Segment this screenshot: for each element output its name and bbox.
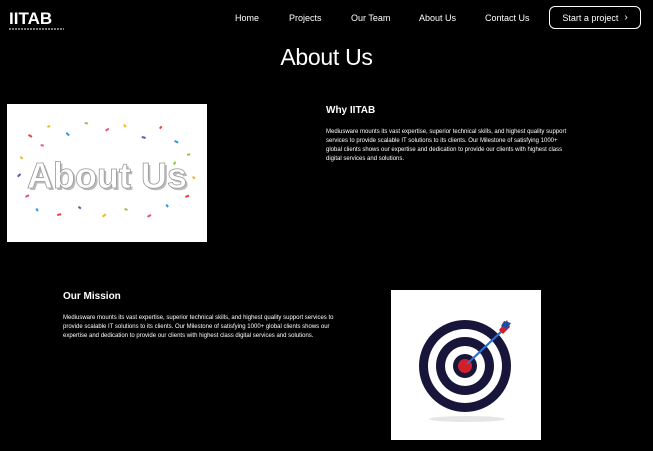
brand-logo[interactable]: IITAB [8, 6, 70, 36]
nav-our-team[interactable]: Our Team [351, 12, 390, 24]
brand-logo-text: IITAB [9, 9, 52, 28]
mission-body: Mediusware mounts its vast expertise, su… [63, 315, 334, 339]
nav-projects[interactable]: Projects [289, 12, 322, 24]
about-us-image-text: About Us [27, 155, 187, 196]
start-project-label: Start a project [562, 12, 619, 23]
mission-heading: Our Mission [63, 291, 121, 302]
page-title: About Us [280, 44, 373, 70]
target-image [391, 290, 541, 440]
why-heading: Why IITAB [326, 105, 376, 116]
nav-contact-us[interactable]: Contact Us [485, 12, 530, 24]
nav-about-us[interactable]: About Us [419, 12, 456, 24]
chevron-right-icon: › [624, 11, 628, 23]
start-project-button[interactable]: Start a project › [549, 6, 641, 29]
nav-home[interactable]: Home [235, 12, 259, 24]
why-body: Mediusware mounts its vast expertise, su… [326, 129, 567, 162]
about-us-image: About Us About Us [7, 104, 207, 242]
